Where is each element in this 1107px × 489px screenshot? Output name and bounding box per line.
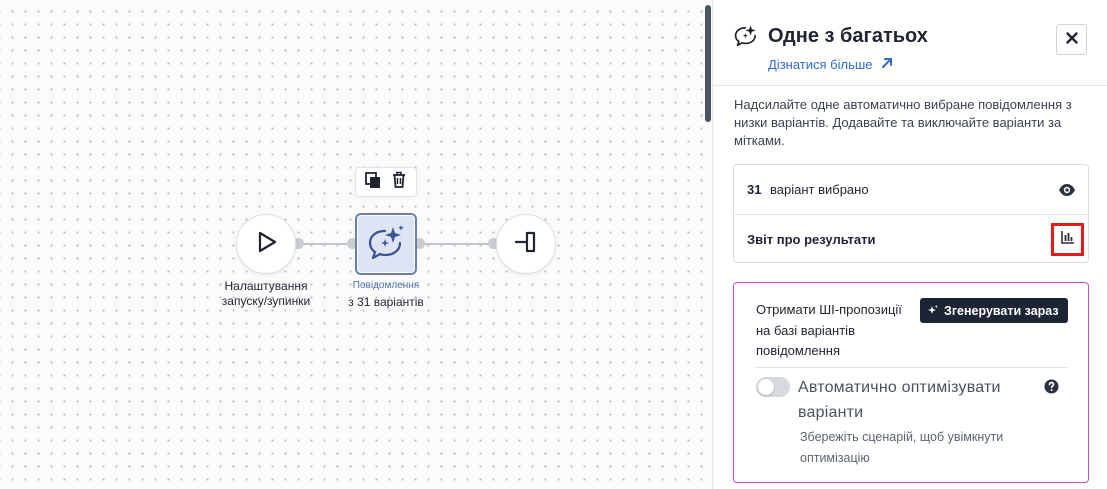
generate-now-label: Згенерувати зараз bbox=[944, 303, 1059, 318]
ai-card-divider bbox=[755, 367, 1068, 368]
help-icon[interactable] bbox=[1044, 379, 1059, 399]
ai-suggestions-card: Отримати ШІ-пропозиції на базі варіантів… bbox=[733, 282, 1089, 483]
node-toolbar bbox=[355, 167, 417, 197]
report-button[interactable] bbox=[1051, 223, 1084, 256]
eye-icon[interactable] bbox=[1058, 183, 1076, 197]
bar-chart-icon bbox=[1060, 230, 1075, 249]
copy-icon[interactable] bbox=[364, 171, 382, 194]
trash-icon[interactable] bbox=[390, 170, 408, 194]
step-settings-panel: Одне з багатьох Дізнатися більше Надсила… bbox=[712, 0, 1107, 489]
variants-row: 31 варіант вибрано bbox=[734, 165, 1088, 214]
learn-more-link[interactable]: Дізнатися більше bbox=[768, 57, 893, 72]
message-node[interactable] bbox=[355, 213, 417, 275]
generate-now-button[interactable]: Згенерувати зараз bbox=[920, 298, 1068, 323]
variants-card: 31 варіант вибрано Звіт про результати bbox=[733, 164, 1089, 263]
arrow-up-right-icon bbox=[881, 57, 893, 72]
start-node-label: Налаштування запуску/зупинки bbox=[210, 279, 322, 309]
panel-description: Надсилайте одне автоматично вибране пові… bbox=[734, 97, 1072, 148]
sparkle-chat-icon bbox=[366, 223, 406, 266]
end-node[interactable] bbox=[496, 214, 556, 274]
exit-icon bbox=[513, 229, 539, 260]
header-divider bbox=[713, 85, 1107, 86]
auto-optimize-toggle[interactable] bbox=[756, 377, 790, 397]
report-row: Звіт про результати bbox=[734, 215, 1088, 264]
start-node-label-line1: Налаштування bbox=[224, 279, 308, 293]
variants-count: 31 bbox=[747, 182, 762, 197]
start-node-label-line2: запуску/зупинки bbox=[221, 294, 311, 308]
sparkle-icon bbox=[928, 304, 938, 318]
start-node[interactable] bbox=[236, 214, 296, 274]
canvas-scrollbar[interactable] bbox=[705, 5, 711, 122]
flow-canvas[interactable]: Налаштування запуску/зупинки Повідомленн… bbox=[0, 0, 712, 489]
variants-label: варіант вибрано bbox=[770, 182, 869, 197]
panel-title: Одне з багатьох bbox=[768, 25, 928, 47]
close-button[interactable] bbox=[1056, 24, 1087, 55]
toggle-knob bbox=[758, 379, 774, 395]
learn-more-label: Дізнатися більше bbox=[768, 57, 873, 72]
message-node-sublabel: Повідомлення bbox=[352, 280, 420, 291]
sparkle-chat-icon bbox=[733, 22, 759, 53]
auto-optimize-label: Автоматично оптимізувати варіанти bbox=[798, 379, 1001, 421]
message-node-label: з 31 варіантів bbox=[348, 295, 424, 309]
edge-message-end bbox=[418, 243, 494, 245]
play-icon bbox=[253, 229, 279, 260]
report-label: Звіт про результати bbox=[747, 232, 876, 247]
close-icon bbox=[1065, 31, 1078, 49]
ai-suggestions-text: Отримати ШІ-пропозиції на базі варіантів… bbox=[756, 302, 902, 358]
auto-optimize-hint: Збережіть сценарій, щоб увімкнути оптимі… bbox=[800, 430, 1004, 465]
